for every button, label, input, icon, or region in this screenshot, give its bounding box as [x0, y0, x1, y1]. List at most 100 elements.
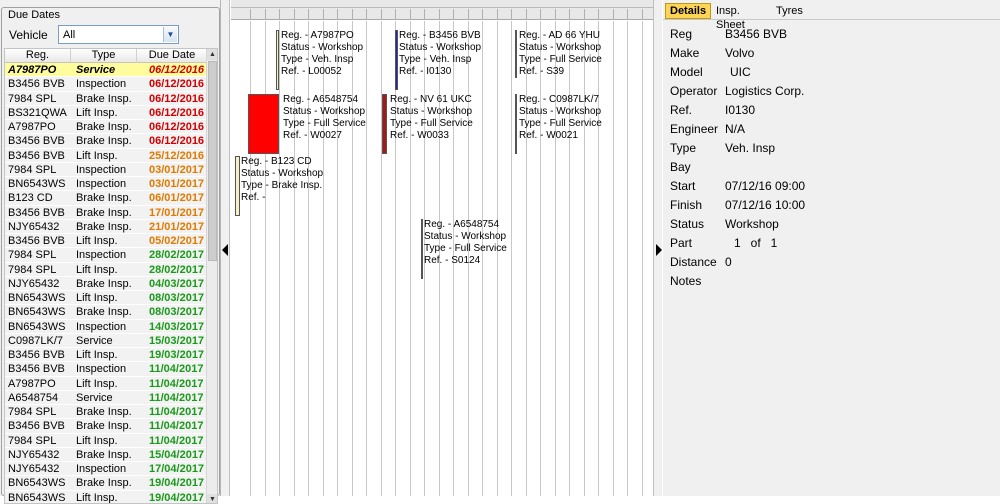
vehicle-select-value: All: [63, 28, 75, 42]
table-row[interactable]: BN6543WSLift Insp.19/04/2017: [5, 491, 207, 504]
row-due-date: 11/04/2017: [149, 419, 203, 433]
row-type: Lift Insp.: [76, 263, 118, 277]
row-reg: 7984 SPL: [8, 434, 56, 448]
row-type: Inspection: [76, 177, 126, 191]
table-row[interactable]: B3456 BVBBrake Insp.11/04/2017: [5, 419, 207, 433]
table-row[interactable]: NJY65432Brake Insp.21/01/2017: [5, 220, 207, 234]
row-due-date: 11/04/2017: [149, 434, 203, 448]
table-row[interactable]: NJY65432Inspection17/04/2017: [5, 462, 207, 476]
row-type: Service: [76, 391, 113, 405]
column-header-due-date[interactable]: Due Date: [137, 49, 207, 63]
row-due-date: 14/03/2017: [149, 320, 204, 334]
table-row[interactable]: A6548754Service11/04/2017: [5, 391, 207, 405]
booking-line: Ref. - W0027: [283, 130, 366, 142]
timeline-tick: [265, 9, 266, 20]
row-reg: 7984 SPL: [8, 263, 56, 277]
row-type: Brake Insp.: [76, 305, 132, 319]
booking-line: Reg. - B3456 BVB: [399, 30, 481, 42]
table-row[interactable]: BN6543WSBrake Insp.08/03/2017: [5, 305, 207, 319]
collapse-right-icon[interactable]: [656, 244, 662, 256]
booking-bar: [421, 219, 423, 279]
due-dates-scrollbar[interactable]: ▲ ▼: [206, 49, 217, 504]
booking-card[interactable]: Reg. - A6548754Status - WorkshopType - F…: [421, 219, 571, 283]
scroll-thumb[interactable]: [208, 61, 217, 261]
table-row[interactable]: B3456 BVBBrake Insp.17/01/2017: [5, 206, 207, 220]
row-type: Inspection: [76, 320, 126, 334]
tab-insp-sheet[interactable]: Insp. Sheet: [711, 3, 750, 19]
table-row[interactable]: B3456 BVBLift Insp.19/03/2017: [5, 348, 207, 362]
row-due-date: 06/01/2017: [149, 191, 204, 205]
column-header-type[interactable]: Type: [71, 49, 137, 63]
table-row[interactable]: B3456 BVBInspection11/04/2017: [5, 362, 207, 376]
table-row[interactable]: BN6543WSInspection14/03/2017: [5, 320, 207, 334]
detail-value: Veh. Insp: [725, 140, 775, 156]
timeline-tick: [410, 9, 411, 20]
table-row[interactable]: NJY65432Brake Insp.15/04/2017: [5, 448, 207, 462]
collapse-left-icon[interactable]: [222, 244, 228, 256]
table-row[interactable]: C0987LK/7Service15/03/2017: [5, 334, 207, 348]
booking-card[interactable]: Reg. - A6548754Status - WorkshopType - F…: [248, 94, 398, 158]
booking-line: Type - Full Service: [390, 118, 473, 130]
row-type: Service: [76, 334, 113, 348]
row-due-date: 06/12/2016: [149, 120, 204, 134]
booking-bar: [382, 94, 387, 154]
table-row[interactable]: BS321QWALift Insp.06/12/2016: [5, 106, 207, 120]
booking-card[interactable]: Reg. - AD 66 YHUStatus - WorkshopType - …: [515, 30, 653, 94]
timeline-tick: [511, 9, 512, 20]
table-row[interactable]: B3456 BVBInspection06/12/2016: [5, 77, 207, 91]
row-reg: B3456 BVB: [8, 362, 65, 376]
row-type: Brake Insp.: [76, 405, 132, 419]
row-due-date: 06/12/2016: [149, 134, 204, 148]
row-reg: B123 CD: [8, 191, 53, 205]
booking-card[interactable]: Reg. - B123 CDStatus - WorkshopType - Br…: [235, 156, 385, 220]
table-row[interactable]: A7987POLift Insp.11/04/2017: [5, 377, 207, 391]
table-row[interactable]: NJY65432Brake Insp.04/03/2017: [5, 277, 207, 291]
tab-tyres[interactable]: Tyres: [771, 3, 808, 19]
row-due-date: 11/04/2017: [149, 362, 203, 376]
row-reg: B3456 BVB: [8, 149, 65, 163]
table-row[interactable]: 7984 SPLBrake Insp.11/04/2017: [5, 405, 207, 419]
table-row[interactable]: B3456 BVBLift Insp.05/02/2017: [5, 234, 207, 248]
row-reg: BN6543WS: [8, 491, 65, 504]
row-due-date: 11/04/2017: [149, 391, 203, 405]
table-row[interactable]: 7984 SPLBrake Insp.06/12/2016: [5, 92, 207, 106]
row-due-date: 15/04/2017: [149, 448, 204, 462]
detail-label: Type: [670, 140, 696, 156]
table-row[interactable]: A7987POService06/12/2016: [5, 63, 207, 77]
table-row[interactable]: A7987POBrake Insp.06/12/2016: [5, 120, 207, 134]
table-row[interactable]: 7984 SPLInspection28/02/2017: [5, 248, 207, 262]
detail-value: 0: [725, 254, 732, 270]
table-row[interactable]: BN6543WSBrake Insp.19/04/2017: [5, 476, 207, 490]
chevron-down-icon[interactable]: ▼: [163, 27, 177, 42]
table-row[interactable]: B123 CDBrake Insp.06/01/2017: [5, 191, 207, 205]
table-row[interactable]: B3456 BVBBrake Insp.06/12/2016: [5, 134, 207, 148]
schedule-grid: Reg. - A7987POStatus - WorkshopType - Ve…: [231, 21, 653, 496]
row-reg: NJY65432: [8, 462, 59, 476]
column-header-reg[interactable]: Reg.: [5, 49, 71, 63]
left-splitter[interactable]: [221, 0, 230, 496]
vehicle-select[interactable]: All ▼: [58, 25, 179, 44]
table-row[interactable]: 7984 SPLLift Insp.11/04/2017: [5, 434, 207, 448]
booking-line: Status - Workshop: [390, 106, 473, 118]
table-row[interactable]: 7984 SPLInspection03/01/2017: [5, 163, 207, 177]
table-row[interactable]: BN6543WSLift Insp.08/03/2017: [5, 291, 207, 305]
row-due-date: 17/04/2017: [149, 462, 204, 476]
detail-label: Distance: [670, 254, 717, 270]
table-row[interactable]: 7984 SPLLift Insp.28/02/2017: [5, 263, 207, 277]
table-row[interactable]: B3456 BVBLift Insp.25/12/2016: [5, 149, 207, 163]
right-splitter[interactable]: [653, 0, 662, 496]
booking-card[interactable]: Reg. - C0987LK/7Status - WorkshopType - …: [515, 94, 653, 158]
booking-bar: [248, 94, 279, 154]
scroll-up-icon[interactable]: ▲: [207, 49, 218, 60]
row-reg: 7984 SPL: [8, 248, 56, 262]
tab-details[interactable]: Details: [665, 3, 711, 19]
due-dates-panel: Due Dates Vehicle All ▼ Reg. Type Due Da…: [0, 0, 221, 496]
booking-card[interactable]: Reg. - NV 61 UKCStatus - WorkshopType - …: [382, 94, 532, 158]
table-row[interactable]: BN6543WSInspection03/01/2017: [5, 177, 207, 191]
timeline-tick: [352, 9, 353, 20]
due-dates-table: Reg. Type Due Date A7987POService06/12/2…: [4, 48, 218, 504]
row-due-date: 25/12/2016: [149, 149, 204, 163]
timeline-tick: [337, 9, 338, 20]
booking-line: Status - Workshop: [241, 168, 323, 180]
row-type: Service: [76, 63, 115, 77]
